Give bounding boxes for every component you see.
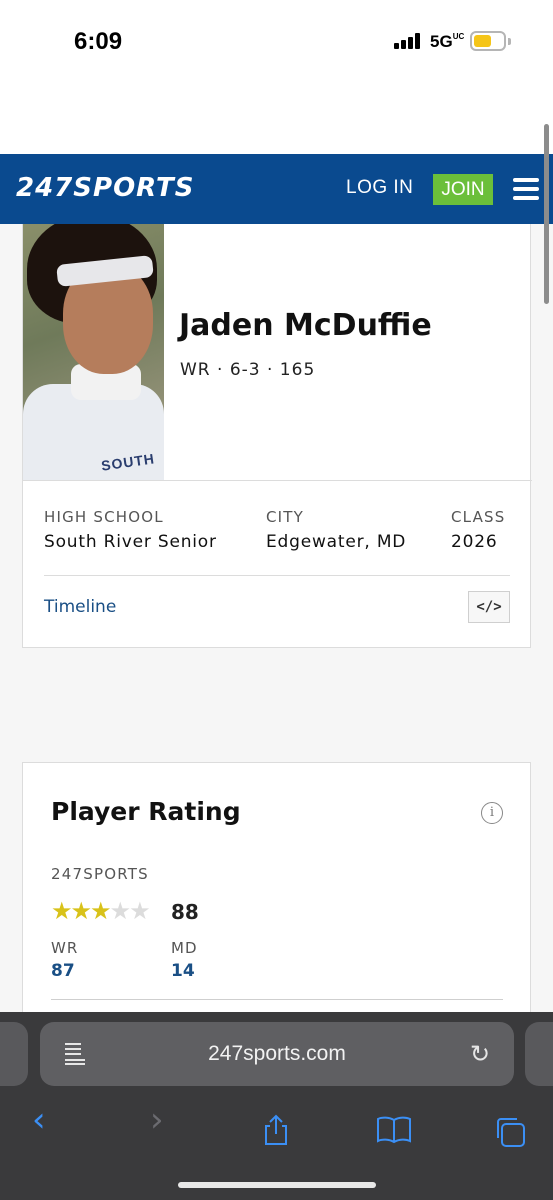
site-header: 247SPORTS LOG IN JOIN [0,154,553,224]
player-rating-card: Player Rating i 247SPORTS ★★★★★ 88 WR 87… [22,762,531,1022]
home-indicator[interactable] [178,1182,376,1188]
high-school-value[interactable]: South River Senior [44,532,217,552]
star-icon: ★ [90,897,111,925]
class-label: CLASS [451,508,506,526]
previous-tab-preview[interactable] [0,1022,28,1086]
signal-icon [394,33,424,49]
divider [23,480,532,481]
rating-title: Player Rating [51,797,241,826]
share-icon[interactable] [262,1114,290,1146]
star-icon: ★ [109,897,131,925]
rating-score: 88 [171,900,199,924]
divider [44,575,510,576]
join-button[interactable]: JOIN [433,174,493,205]
logo[interactable]: 247SPORTS [16,173,194,207]
class-value: 2026 [451,532,498,552]
star-icon: ★ [70,897,92,925]
forward-icon[interactable]: › [150,1100,164,1140]
star-icon: ★ [51,897,72,925]
next-tab-preview[interactable] [525,1022,553,1086]
player-profile-card: SOUTH Jaden McDuffie WR · 6-3 · 165 HIGH… [22,224,532,648]
position-rank-label: WR [51,939,79,957]
city-label: CITY [266,508,305,526]
high-school-label: HIGH SCHOOL [44,508,164,526]
browser-bottom-bar: 247sports.com ↻ ‹ › [0,1012,553,1200]
city-value: Edgewater, MD [266,532,407,552]
status-time: 6:09 [74,28,123,55]
address-bar[interactable]: 247sports.com ↻ [40,1022,514,1086]
tabs-icon[interactable] [494,1116,526,1148]
back-icon[interactable]: ‹ [32,1100,46,1140]
divider [51,999,503,1000]
login-link[interactable]: LOG IN [346,177,413,199]
embed-code-button[interactable]: </> [468,591,510,623]
player-name: Jaden McDuffie [179,308,432,343]
reload-icon[interactable]: ↻ [470,1040,490,1068]
network-indicator: 5GUC [430,32,465,51]
status-bar: 6:09 5GUC [0,0,553,80]
player-photo: SOUTH [23,224,164,480]
state-rank-label: MD [171,939,198,957]
info-icon[interactable]: i [481,802,503,824]
battery-icon [470,31,506,51]
timeline-link[interactable]: Timeline [44,597,116,617]
player-meta: WR · 6-3 · 165 [180,360,316,380]
hamburger-icon[interactable] [513,178,539,200]
state-rank-value[interactable]: 14 [171,961,195,981]
bookmarks-icon[interactable] [376,1116,412,1144]
star-icon: ★ [129,897,150,925]
url-text[interactable]: 247sports.com [40,1042,514,1066]
star-rating: ★★★★★ [51,897,151,925]
scrollbar[interactable] [544,124,549,304]
position-rank-value[interactable]: 87 [51,961,75,981]
rating-source: 247SPORTS [51,865,149,883]
